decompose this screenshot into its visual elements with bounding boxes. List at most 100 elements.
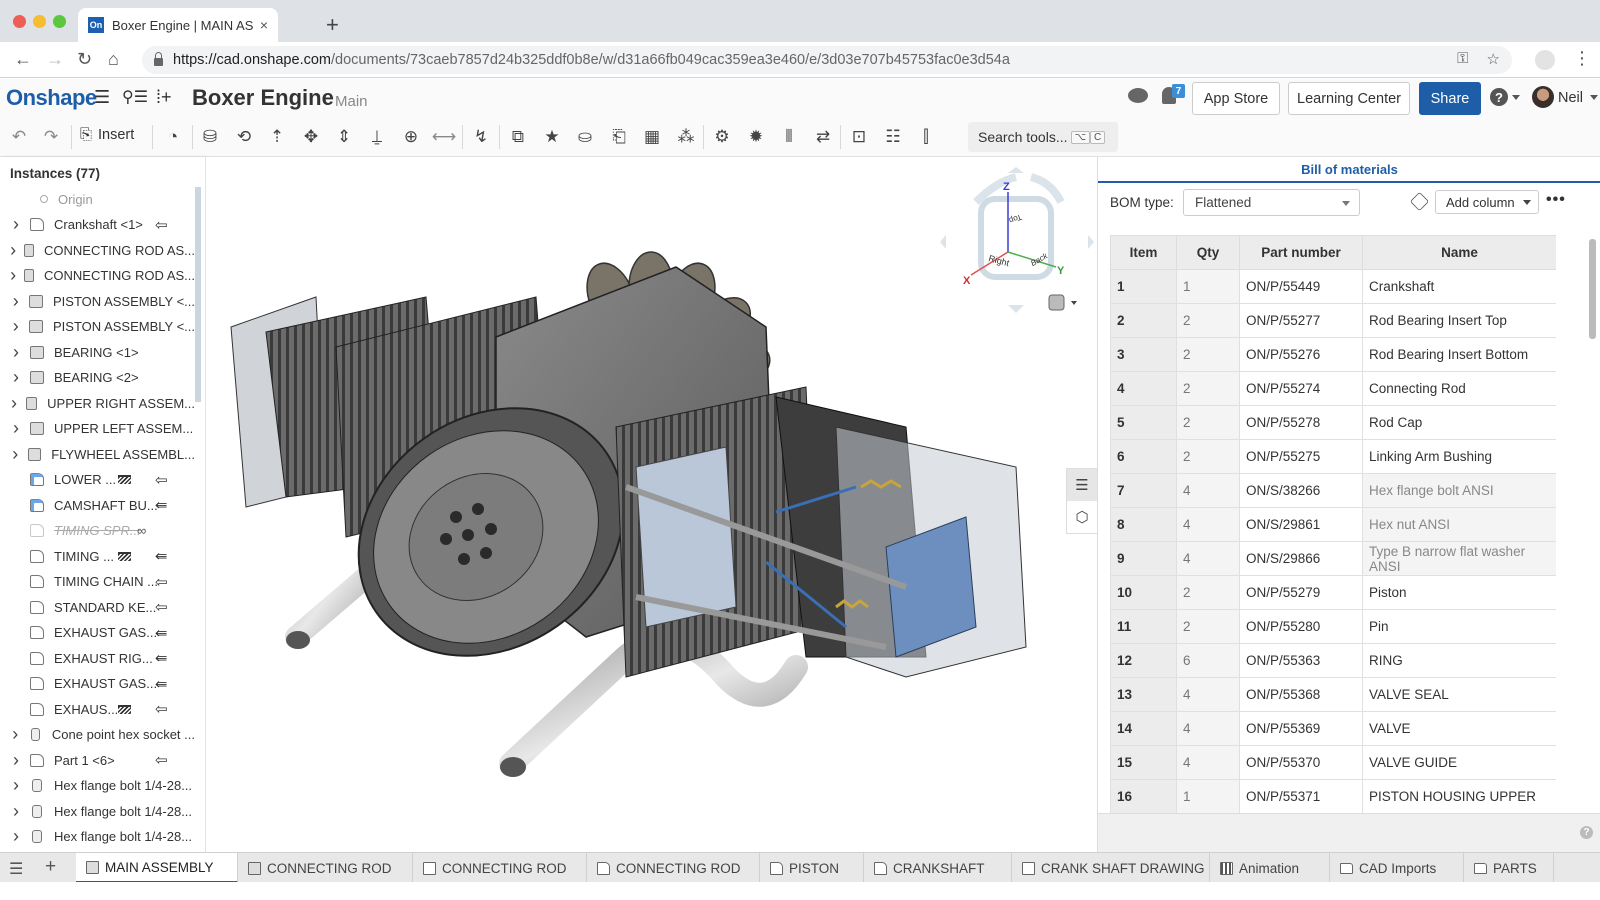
instance-item[interactable]: › PISTON ASSEMBLY <... (0, 314, 195, 340)
linear-relation-icon[interactable]: ⇄ (812, 126, 834, 148)
chevron-right-icon[interactable]: › (8, 826, 24, 847)
instance-item[interactable]: › Hex flange bolt 1/4-28... (0, 824, 195, 850)
document-title[interactable]: Boxer Engine (192, 85, 334, 111)
bom-row[interactable]: 16 1 ON/P/55371 PISTON HOUSING UPPER (1110, 779, 1556, 813)
instances-scrollbar[interactable] (195, 187, 201, 402)
instance-item[interactable]: › Hex flange bolt 1/4-28... (0, 798, 195, 824)
instance-item[interactable]: › Part 1 <6> ⇦ (0, 747, 195, 773)
pin-slot-mate-icon[interactable]: ⍊ (366, 126, 388, 148)
bom-row[interactable]: 12 6 ON/P/55363 RING (1110, 643, 1556, 678)
chevron-right-icon[interactable]: › (8, 444, 22, 465)
help-icon[interactable]: ? (1490, 88, 1508, 106)
help-icon[interactable]: ? (1580, 826, 1593, 839)
bom-panel-toggle-icon[interactable]: ☰ (1067, 469, 1097, 501)
insert-button[interactable]: ⎘ Insert (80, 126, 134, 143)
bom-row[interactable]: 2 2 ON/P/55277 Rod Bearing Insert Top (1110, 303, 1556, 338)
more-options-icon[interactable]: ••• (1546, 191, 1566, 209)
instance-item[interactable]: Origin (0, 186, 195, 212)
chevron-right-icon[interactable]: › (8, 801, 24, 822)
bom-type-select[interactable]: Flattened (1183, 189, 1360, 216)
user-avatar[interactable] (1532, 86, 1554, 108)
add-element-icon[interactable]: + (45, 856, 56, 878)
tab-manager-icon[interactable]: ☰ (9, 859, 23, 879)
mate-connector-insert-icon[interactable]: ⛀ (574, 126, 596, 148)
add-column-button[interactable]: Add column (1435, 190, 1539, 214)
instance-item[interactable]: › UPPER LEFT ASSEM... (0, 416, 195, 442)
pattern-icon[interactable]: ⁂ (675, 126, 697, 148)
undo-icon[interactable]: ↶ (8, 126, 30, 148)
url-field[interactable]: https://cad.onshape.com/documents/73caeb… (142, 46, 1512, 74)
element-tab[interactable]: MAIN ASSEMBLY (76, 853, 238, 883)
instance-item[interactable]: EXHAUS... ⇦ (0, 696, 195, 722)
app-store-button[interactable]: App Store (1192, 82, 1280, 115)
revolute-mate-icon[interactable]: ⟲ (233, 126, 255, 148)
instance-item[interactable]: › BEARING <1> (0, 339, 195, 365)
bom-row[interactable]: 1 1 ON/P/55449 Crankshaft (1110, 269, 1556, 304)
version-history-icon[interactable]: ⚲☰ (122, 87, 148, 107)
chevron-right-icon[interactable]: › (8, 418, 24, 439)
redo-icon[interactable]: ↷ (40, 126, 62, 148)
view-cube[interactable]: Z X Y Top Right Back (936, 167, 1096, 317)
instance-item[interactable]: › Cone point hex socket ... (0, 722, 195, 748)
bom-row[interactable]: 11 2 ON/P/55280 Pin (1110, 609, 1556, 644)
bom-row[interactable]: 10 2 ON/P/55279 Piston (1110, 575, 1556, 610)
browser-menu-icon[interactable]: ⋮ (1573, 48, 1591, 69)
planar-mate-icon[interactable]: ✥ (300, 126, 322, 148)
onshape-logo[interactable]: Onshape (6, 85, 97, 111)
forward-arrow-icon[interactable]: → (46, 49, 64, 70)
bom-row[interactable]: 6 2 ON/P/55275 Linking Arm Bushing (1110, 439, 1556, 474)
browser-tab[interactable]: On Boxer Engine | MAIN ASSEMBL × (78, 8, 278, 42)
chevron-right-icon[interactable]: › (8, 240, 18, 261)
element-tab[interactable]: CONNECTING ROD (587, 853, 760, 883)
user-dropdown-caret-icon[interactable] (1590, 95, 1598, 100)
instance-item[interactable]: › Hex flange bolt 1/4-28... (0, 773, 195, 799)
column-header-qty[interactable]: Qty (1176, 235, 1240, 270)
relation-icon[interactable]: ⎗ (608, 126, 630, 148)
bom-row[interactable]: 15 4 ON/P/55370 VALVE GUIDE (1110, 745, 1556, 780)
instance-item[interactable]: TIMING CHAIN ... ⇦ (0, 569, 195, 595)
new-tab-button[interactable]: + (326, 12, 339, 38)
search-tools-input[interactable]: Search tools... ⌥ C (968, 122, 1118, 152)
replicate-icon[interactable]: ★ (541, 126, 563, 148)
hamburger-menu-icon[interactable]: ☰ (94, 87, 110, 108)
bom-row[interactable]: 8 4 ON/S/29861 Hex nut ANSI (1110, 507, 1556, 542)
bom-row[interactable]: 5 2 ON/P/55278 Rod Cap (1110, 405, 1556, 440)
mate-connector-icon[interactable]: ◔ (162, 126, 184, 148)
window-minimize-button[interactable] (33, 15, 46, 28)
explode-view-icon[interactable]: ▦ (641, 126, 663, 148)
extension-icon[interactable] (1535, 50, 1555, 70)
instance-item[interactable]: › CONNECTING ROD AS... (0, 263, 195, 289)
key-icon[interactable]: ⚿ (1457, 50, 1468, 68)
chevron-right-icon[interactable]: › (8, 316, 23, 337)
instance-item[interactable]: EXHAUST RIG... ⇚ (0, 645, 195, 671)
bom-row[interactable]: 9 4 ON/S/29866 Type B narrow flat washer AN… (1110, 541, 1556, 576)
chevron-right-icon[interactable]: › (8, 214, 24, 235)
instance-item[interactable]: › BEARING <2> (0, 365, 195, 391)
element-tab[interactable]: Animation (1210, 853, 1330, 883)
bookmark-star-icon[interactable]: ☆ (1487, 50, 1500, 68)
instance-item[interactable]: › Crankshaft <1> ⇦ (0, 212, 195, 238)
user-name[interactable]: Neil (1558, 90, 1583, 106)
bom-row[interactable]: 7 4 ON/S/38266 Hex flange bolt ANSI (1110, 473, 1556, 508)
section-view-icon[interactable]: ⊡ (848, 126, 870, 148)
fastened-mate-icon[interactable]: ⛁ (199, 126, 221, 148)
group-icon[interactable]: ⧉ (507, 126, 529, 148)
learning-center-button[interactable]: Learning Center (1288, 82, 1410, 115)
chevron-right-icon[interactable]: › (8, 265, 18, 286)
ball-mate-icon[interactable]: ⊕ (400, 126, 422, 148)
window-maximize-button[interactable] (53, 15, 66, 28)
back-arrow-icon[interactable]: ← (14, 49, 32, 70)
rack-pinion-icon[interactable]: ✹ (745, 126, 767, 148)
slider-mate-icon[interactable]: ⇡ (266, 126, 288, 148)
element-tab[interactable]: CONNECTING ROD (238, 853, 413, 883)
instance-item[interactable]: TIMING ... ⇚ (0, 543, 195, 569)
instance-item[interactable]: › UPPER RIGHT ASSEM... (0, 390, 195, 416)
export-bom-icon[interactable] (1409, 191, 1430, 212)
gear-relation-icon[interactable]: ⚙ (711, 126, 733, 148)
bom-row[interactable]: 3 2 ON/P/55276 Rod Bearing Insert Bottom (1110, 337, 1556, 372)
chevron-right-icon[interactable]: › (8, 750, 24, 771)
tangent-mate-icon[interactable]: ↯ (470, 126, 492, 148)
chevron-right-icon[interactable]: › (8, 393, 20, 414)
bom-row[interactable]: 13 4 ON/P/55368 VALVE SEAL (1110, 677, 1556, 712)
branch-add-icon[interactable]: ⁞+ (156, 87, 172, 108)
